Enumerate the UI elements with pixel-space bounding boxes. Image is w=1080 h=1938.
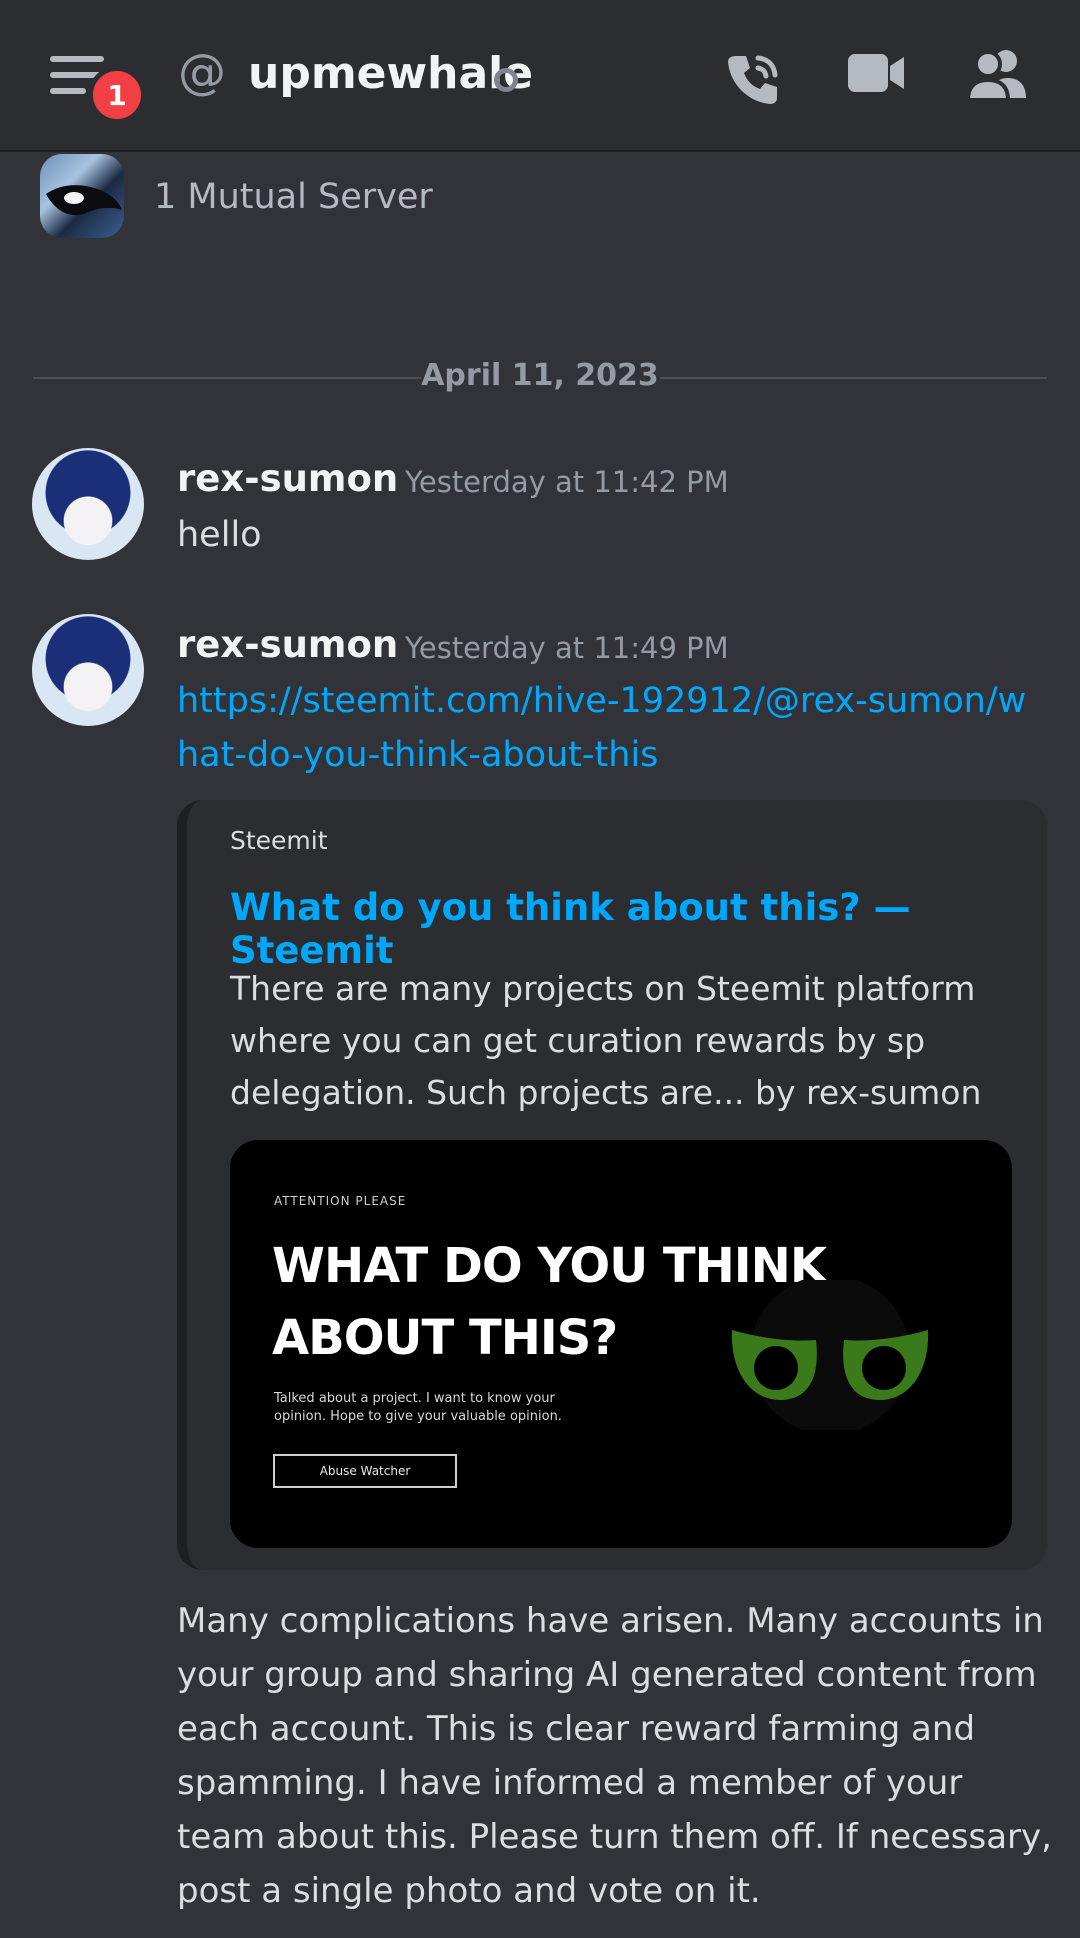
message-text: Many complications have arisen. Many acc… xyxy=(177,1601,1052,1911)
message-timestamp: Yesterday at 11:49 PM xyxy=(405,631,729,665)
message-link[interactable]: https://steemit.com/hive-192912/@rex-sum… xyxy=(177,674,1037,782)
top-bar: 1 @ upmewhale xyxy=(0,0,1080,152)
divider-line xyxy=(33,377,421,379)
avatar[interactable] xyxy=(32,448,144,560)
server-avatar[interactable] xyxy=(40,154,124,238)
embed-description: There are many projects on Steemit platf… xyxy=(230,969,982,1112)
avatar[interactable] xyxy=(32,614,144,726)
embed-title[interactable]: What do you think about this? — Steemit xyxy=(230,886,1047,972)
glowing-eyes-icon xyxy=(731,1280,929,1430)
channel-title[interactable]: upmewhale xyxy=(248,48,533,99)
mutual-servers-label[interactable]: 1 Mutual Server xyxy=(154,177,433,217)
image-button: Abuse Watcher xyxy=(273,1454,457,1488)
message-username[interactable]: rex-sumon xyxy=(177,457,398,500)
embed-provider[interactable]: Steemit xyxy=(230,826,328,855)
video-camera-icon[interactable] xyxy=(848,48,906,98)
notification-badge: 1 xyxy=(88,66,146,124)
status-offline-icon xyxy=(494,68,518,92)
date-divider-label: April 11, 2023 xyxy=(421,358,659,393)
phone-call-icon[interactable] xyxy=(722,48,784,110)
divider-line xyxy=(660,377,1047,379)
message-text: hello xyxy=(177,515,262,555)
message-timestamp: Yesterday at 11:42 PM xyxy=(405,465,729,499)
message-username[interactable]: rex-sumon xyxy=(177,623,398,666)
at-icon: @ xyxy=(178,44,226,100)
members-icon[interactable] xyxy=(966,48,1028,100)
image-kicker: ATTENTION PLEASE xyxy=(274,1194,407,1208)
image-subtext: Talked about a project. I want to know y… xyxy=(274,1391,562,1424)
link-embed: Steemit What do you think about this? — … xyxy=(177,800,1047,1570)
embed-image[interactable]: ATTENTION PLEASE WHAT DO YOU THINK ABOUT… xyxy=(230,1140,1012,1548)
